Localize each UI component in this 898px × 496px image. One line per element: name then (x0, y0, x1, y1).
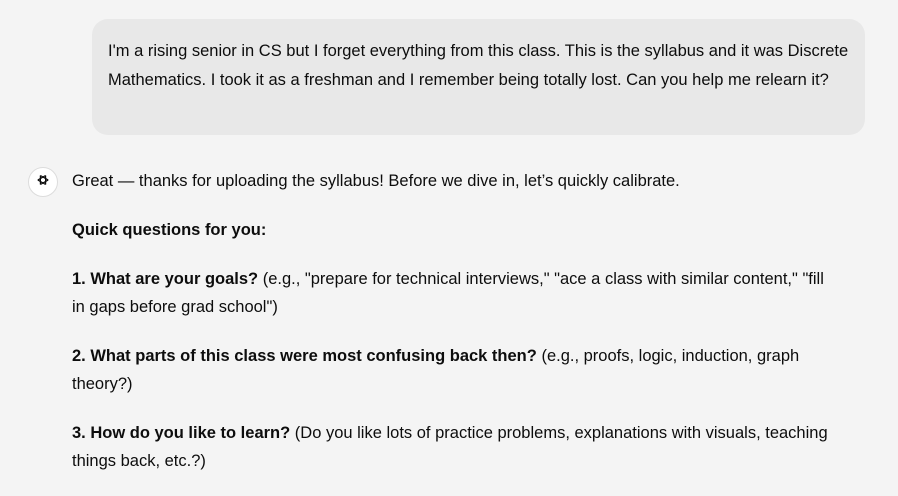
question-item: 2. What parts of this class were most co… (72, 342, 832, 398)
question-item: 3. How do you like to learn? (Do you lik… (72, 419, 832, 475)
assistant-intro: Great — thanks for uploading the syllabu… (72, 172, 680, 190)
questions-heading: Quick questions for you: (72, 221, 267, 239)
assistant-message: Great — thanks for uploading the syllabu… (72, 167, 832, 496)
assistant-avatar (28, 167, 58, 197)
user-message-text: I'm a rising senior in CS but I forget e… (108, 42, 849, 89)
question-title: 1. What are your goals? (72, 270, 259, 288)
openai-logo-icon (34, 171, 52, 194)
question-item: 1. What are your goals? (e.g., "prepare … (72, 265, 832, 321)
question-title: 2. What parts of this class were most co… (72, 347, 537, 365)
user-message-bubble: I'm a rising senior in CS but I forget e… (92, 19, 865, 135)
question-title: 3. How do you like to learn? (72, 424, 291, 442)
